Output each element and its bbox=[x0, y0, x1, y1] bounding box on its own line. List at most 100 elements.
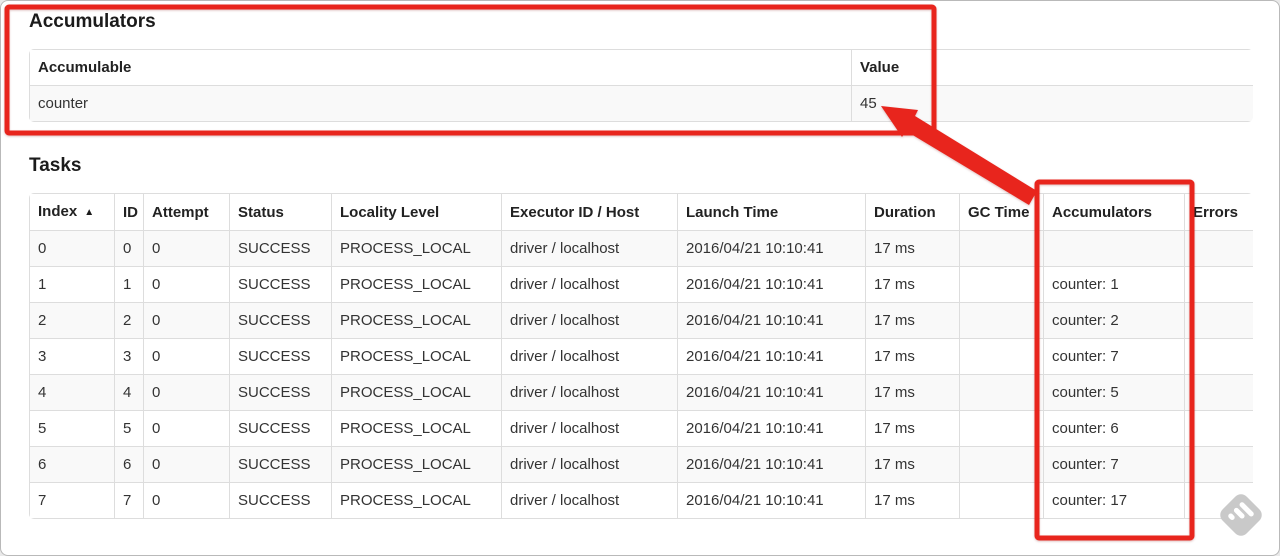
table-cell: 2016/04/21 10:10:41 bbox=[677, 446, 866, 483]
column-header-accumulators[interactable]: Accumulators bbox=[1043, 193, 1185, 231]
table-cell: SUCCESS bbox=[229, 338, 332, 375]
tasks-table-body: 0 0 0 SUCCESS PROCESS_LOCAL driver / localhos… bbox=[29, 230, 1253, 519]
table-row: 3 3 0 SUCCESS PROCESS_LOCAL driver / localhos… bbox=[29, 338, 1253, 375]
accumulators-table-body: counter 45 bbox=[29, 85, 1253, 122]
table-cell: 6 bbox=[29, 446, 115, 483]
column-header-value: Value bbox=[851, 49, 1253, 86]
table-header-row: Accumulable Value bbox=[29, 49, 1253, 86]
table-cell: PROCESS_LOCAL bbox=[331, 482, 502, 519]
column-header-executor-id-host[interactable]: Executor ID / Host bbox=[501, 193, 678, 231]
column-header-id[interactable]: ID bbox=[114, 193, 144, 231]
table-cell: 0 bbox=[143, 266, 230, 303]
table-cell bbox=[1184, 374, 1253, 411]
column-header-duration[interactable]: Duration bbox=[865, 193, 960, 231]
table-cell: 6 bbox=[114, 446, 144, 483]
table-cell bbox=[1184, 302, 1253, 339]
table-cell: 17 ms bbox=[865, 338, 960, 375]
table-row: 4 4 0 SUCCESS PROCESS_LOCAL driver / localhos… bbox=[29, 374, 1253, 411]
table-cell: SUCCESS bbox=[229, 374, 332, 411]
table-cell: 17 ms bbox=[865, 482, 960, 519]
table-cell: driver / localhost bbox=[501, 374, 678, 411]
column-header-launch-time[interactable]: Launch Time bbox=[677, 193, 866, 231]
table-cell: 45 bbox=[851, 85, 1253, 122]
table-cell: driver / localhost bbox=[501, 302, 678, 339]
table-cell: PROCESS_LOCAL bbox=[331, 338, 502, 375]
table-cell: 0 bbox=[143, 230, 230, 267]
table-cell: driver / localhost bbox=[501, 410, 678, 447]
table-cell bbox=[1043, 230, 1185, 267]
column-header-index-label: Index bbox=[38, 203, 78, 220]
table-cell bbox=[1184, 230, 1253, 267]
table-cell bbox=[959, 266, 1044, 303]
table-cell: PROCESS_LOCAL bbox=[331, 230, 502, 267]
table-cell bbox=[1184, 338, 1253, 375]
table-cell: 17 ms bbox=[865, 410, 960, 447]
table-cell: driver / localhost bbox=[501, 446, 678, 483]
table-cell bbox=[1184, 410, 1253, 447]
table-cell: 0 bbox=[114, 230, 144, 267]
table-row: 2 2 0 SUCCESS PROCESS_LOCAL driver / localhos… bbox=[29, 302, 1253, 339]
table-cell: SUCCESS bbox=[229, 230, 332, 267]
table-cell: counter: 5 bbox=[1043, 374, 1185, 411]
table-cell: 0 bbox=[143, 302, 230, 339]
table-cell bbox=[959, 410, 1044, 447]
table-cell: counter: 17 bbox=[1043, 482, 1185, 519]
tasks-table: Index ▲ ID Attempt Status Locality Level … bbox=[29, 193, 1253, 519]
table-cell: 2016/04/21 10:10:41 bbox=[677, 374, 866, 411]
table-cell: 0 bbox=[143, 374, 230, 411]
table-row: 0 0 0 SUCCESS PROCESS_LOCAL driver / localhos… bbox=[29, 230, 1253, 267]
table-cell: driver / localhost bbox=[501, 482, 678, 519]
sort-ascending-icon: ▲ bbox=[84, 207, 95, 218]
table-cell bbox=[1184, 446, 1253, 483]
table-row: 1 1 0 SUCCESS PROCESS_LOCAL driver / localhos… bbox=[29, 266, 1253, 303]
table-cell bbox=[959, 374, 1044, 411]
column-header-attempt[interactable]: Attempt bbox=[143, 193, 230, 231]
table-cell: 17 ms bbox=[865, 302, 960, 339]
table-cell: 1 bbox=[114, 266, 144, 303]
table-cell bbox=[959, 230, 1044, 267]
table-cell: 7 bbox=[114, 482, 144, 519]
table-cell: 1 bbox=[29, 266, 115, 303]
table-cell: 0 bbox=[29, 230, 115, 267]
table-cell: counter: 7 bbox=[1043, 446, 1185, 483]
table-cell: 2016/04/21 10:10:41 bbox=[677, 410, 866, 447]
table-cell: 5 bbox=[29, 410, 115, 447]
table-cell bbox=[959, 482, 1044, 519]
table-cell: 17 ms bbox=[865, 230, 960, 267]
table-cell: 2016/04/21 10:10:41 bbox=[677, 302, 866, 339]
tasks-section-title: Tasks bbox=[29, 155, 82, 176]
table-cell: 17 ms bbox=[865, 446, 960, 483]
table-cell: PROCESS_LOCAL bbox=[331, 302, 502, 339]
table-cell: counter: 2 bbox=[1043, 302, 1185, 339]
table-header-row: Index ▲ ID Attempt Status Locality Level … bbox=[29, 193, 1253, 231]
table-cell bbox=[1184, 482, 1253, 519]
table-cell: 2016/04/21 10:10:41 bbox=[677, 482, 866, 519]
table-cell: 2 bbox=[29, 302, 115, 339]
table-cell: 2016/04/21 10:10:41 bbox=[677, 338, 866, 375]
table-cell: 0 bbox=[143, 338, 230, 375]
table-row: 6 6 0 SUCCESS PROCESS_LOCAL driver / localhos… bbox=[29, 446, 1253, 483]
column-header-index[interactable]: Index ▲ bbox=[29, 193, 115, 231]
table-cell: driver / localhost bbox=[501, 266, 678, 303]
table-cell: SUCCESS bbox=[229, 482, 332, 519]
table-cell: driver / localhost bbox=[501, 230, 678, 267]
table-cell: PROCESS_LOCAL bbox=[331, 410, 502, 447]
spark-stage-detail-page: Accumulators Accumulable Value counter 45… bbox=[0, 0, 1280, 556]
column-header-status[interactable]: Status bbox=[229, 193, 332, 231]
table-cell: 0 bbox=[143, 482, 230, 519]
table-cell: SUCCESS bbox=[229, 410, 332, 447]
accumulators-table: Accumulable Value counter 45 bbox=[29, 49, 1253, 122]
table-cell: 0 bbox=[143, 446, 230, 483]
table-cell: SUCCESS bbox=[229, 302, 332, 339]
table-cell bbox=[1184, 266, 1253, 303]
column-header-errors[interactable]: Errors bbox=[1184, 193, 1253, 231]
table-cell bbox=[959, 302, 1044, 339]
table-cell: PROCESS_LOCAL bbox=[331, 374, 502, 411]
column-header-locality-level[interactable]: Locality Level bbox=[331, 193, 502, 231]
table-cell: 7 bbox=[29, 482, 115, 519]
accumulators-section-title: Accumulators bbox=[29, 11, 156, 32]
table-cell: 4 bbox=[29, 374, 115, 411]
table-cell: 17 ms bbox=[865, 374, 960, 411]
column-header-gc-time[interactable]: GC Time bbox=[959, 193, 1044, 231]
table-row: 7 7 0 SUCCESS PROCESS_LOCAL driver / localhos… bbox=[29, 482, 1253, 519]
